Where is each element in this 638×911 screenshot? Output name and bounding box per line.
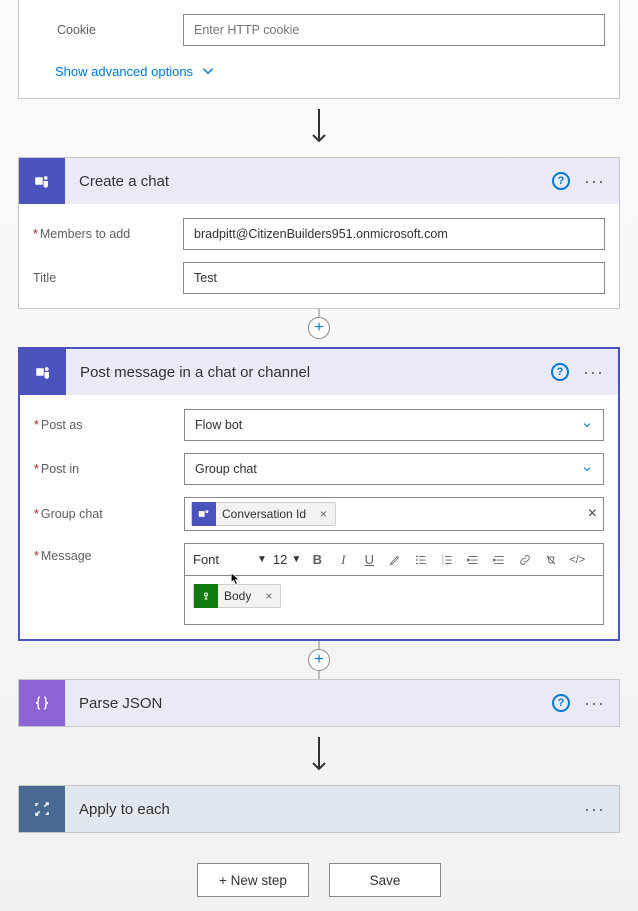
- group-chat-input[interactable]: Conversation Id × ×: [184, 497, 604, 531]
- clear-format-button[interactable]: [541, 553, 561, 567]
- new-step-button[interactable]: + New step: [197, 863, 309, 897]
- card-menu-button[interactable]: ···: [584, 693, 605, 714]
- apply-to-each-title: Apply to each: [65, 801, 584, 818]
- svg-text:3: 3: [442, 561, 444, 565]
- clear-field-button[interactable]: ×: [588, 505, 597, 523]
- code-view-button[interactable]: </>: [567, 554, 587, 566]
- indent-button[interactable]: [489, 553, 509, 567]
- highlight-button[interactable]: [385, 553, 405, 567]
- conversation-id-token[interactable]: Conversation Id ×: [191, 502, 336, 526]
- chat-title-label: Title: [33, 271, 183, 285]
- rte-toolbar: Font ▼ 12 ▼ B I U 123: [184, 543, 604, 575]
- members-input[interactable]: [183, 218, 605, 250]
- bold-button[interactable]: B: [307, 552, 327, 567]
- create-chat-header[interactable]: Create a chat ? ···: [19, 158, 619, 204]
- parse-json-card: Parse JSON ? ···: [18, 679, 620, 727]
- parse-json-header[interactable]: Parse JSON ? ···: [19, 680, 619, 726]
- parse-json-title: Parse JSON: [65, 695, 552, 712]
- request-icon: [194, 584, 218, 608]
- outdent-button[interactable]: [463, 553, 483, 567]
- chevron-down-icon: [199, 62, 217, 80]
- add-step-connector: +: [18, 309, 620, 347]
- teams-icon: [19, 158, 65, 204]
- chat-title-input[interactable]: [183, 262, 605, 294]
- font-family-picker[interactable]: Font ▼: [193, 552, 267, 567]
- connector-arrow: [18, 99, 620, 157]
- save-button[interactable]: Save: [329, 863, 441, 897]
- cookie-row: Cookie: [19, 8, 619, 52]
- post-in-label: *Post in: [34, 462, 184, 476]
- parse-json-icon: [19, 680, 65, 726]
- apply-to-each-card: Apply to each ···: [18, 785, 620, 833]
- cursor-icon: [229, 570, 243, 588]
- teams-icon: [20, 349, 66, 395]
- post-message-title: Post message in a chat or channel: [66, 364, 551, 381]
- help-icon[interactable]: ?: [552, 172, 570, 190]
- cookie-label: Cookie: [33, 23, 183, 37]
- underline-button[interactable]: U: [359, 552, 379, 567]
- teams-small-icon: [192, 502, 216, 526]
- show-advanced-options-link[interactable]: Show advanced options: [19, 52, 619, 90]
- create-chat-card: Create a chat ? ··· *Members to add Titl…: [18, 157, 620, 309]
- link-button[interactable]: [515, 553, 535, 567]
- card-menu-button[interactable]: ···: [584, 799, 605, 820]
- post-as-label: *Post as: [34, 418, 184, 432]
- chevron-down-icon: [581, 419, 593, 431]
- loop-icon: [19, 786, 65, 832]
- create-chat-title: Create a chat: [65, 173, 552, 190]
- help-icon[interactable]: ?: [552, 694, 570, 712]
- chevron-down-icon: [581, 463, 593, 475]
- message-editor[interactable]: Body ×: [184, 575, 604, 625]
- numbered-list-button[interactable]: 123: [437, 553, 457, 567]
- card-menu-button[interactable]: ···: [584, 171, 605, 192]
- bottom-actions: + New step Save: [14, 863, 624, 897]
- http-card: Cookie Show advanced options: [18, 0, 620, 99]
- connector-arrow: [18, 727, 620, 785]
- font-size-picker[interactable]: 12 ▼: [273, 552, 301, 567]
- insert-step-button[interactable]: +: [308, 649, 330, 671]
- apply-to-each-header[interactable]: Apply to each ···: [19, 786, 619, 832]
- message-label: *Message: [34, 543, 184, 563]
- post-as-select[interactable]: Flow bot: [184, 409, 604, 441]
- post-in-select[interactable]: Group chat: [184, 453, 604, 485]
- help-icon[interactable]: ?: [551, 363, 569, 381]
- add-step-connector: +: [18, 641, 620, 679]
- token-remove-button[interactable]: ×: [257, 589, 280, 603]
- post-message-card: Post message in a chat or channel ? ··· …: [18, 347, 620, 641]
- card-menu-button[interactable]: ···: [583, 362, 604, 383]
- cookie-input[interactable]: [183, 14, 605, 46]
- post-message-header[interactable]: Post message in a chat or channel ? ···: [20, 349, 618, 395]
- insert-step-button[interactable]: +: [308, 317, 330, 339]
- token-remove-button[interactable]: ×: [312, 507, 335, 521]
- members-label: *Members to add: [33, 227, 183, 241]
- italic-button[interactable]: I: [333, 552, 353, 568]
- group-chat-label: *Group chat: [34, 507, 184, 521]
- bullet-list-button[interactable]: [411, 553, 431, 567]
